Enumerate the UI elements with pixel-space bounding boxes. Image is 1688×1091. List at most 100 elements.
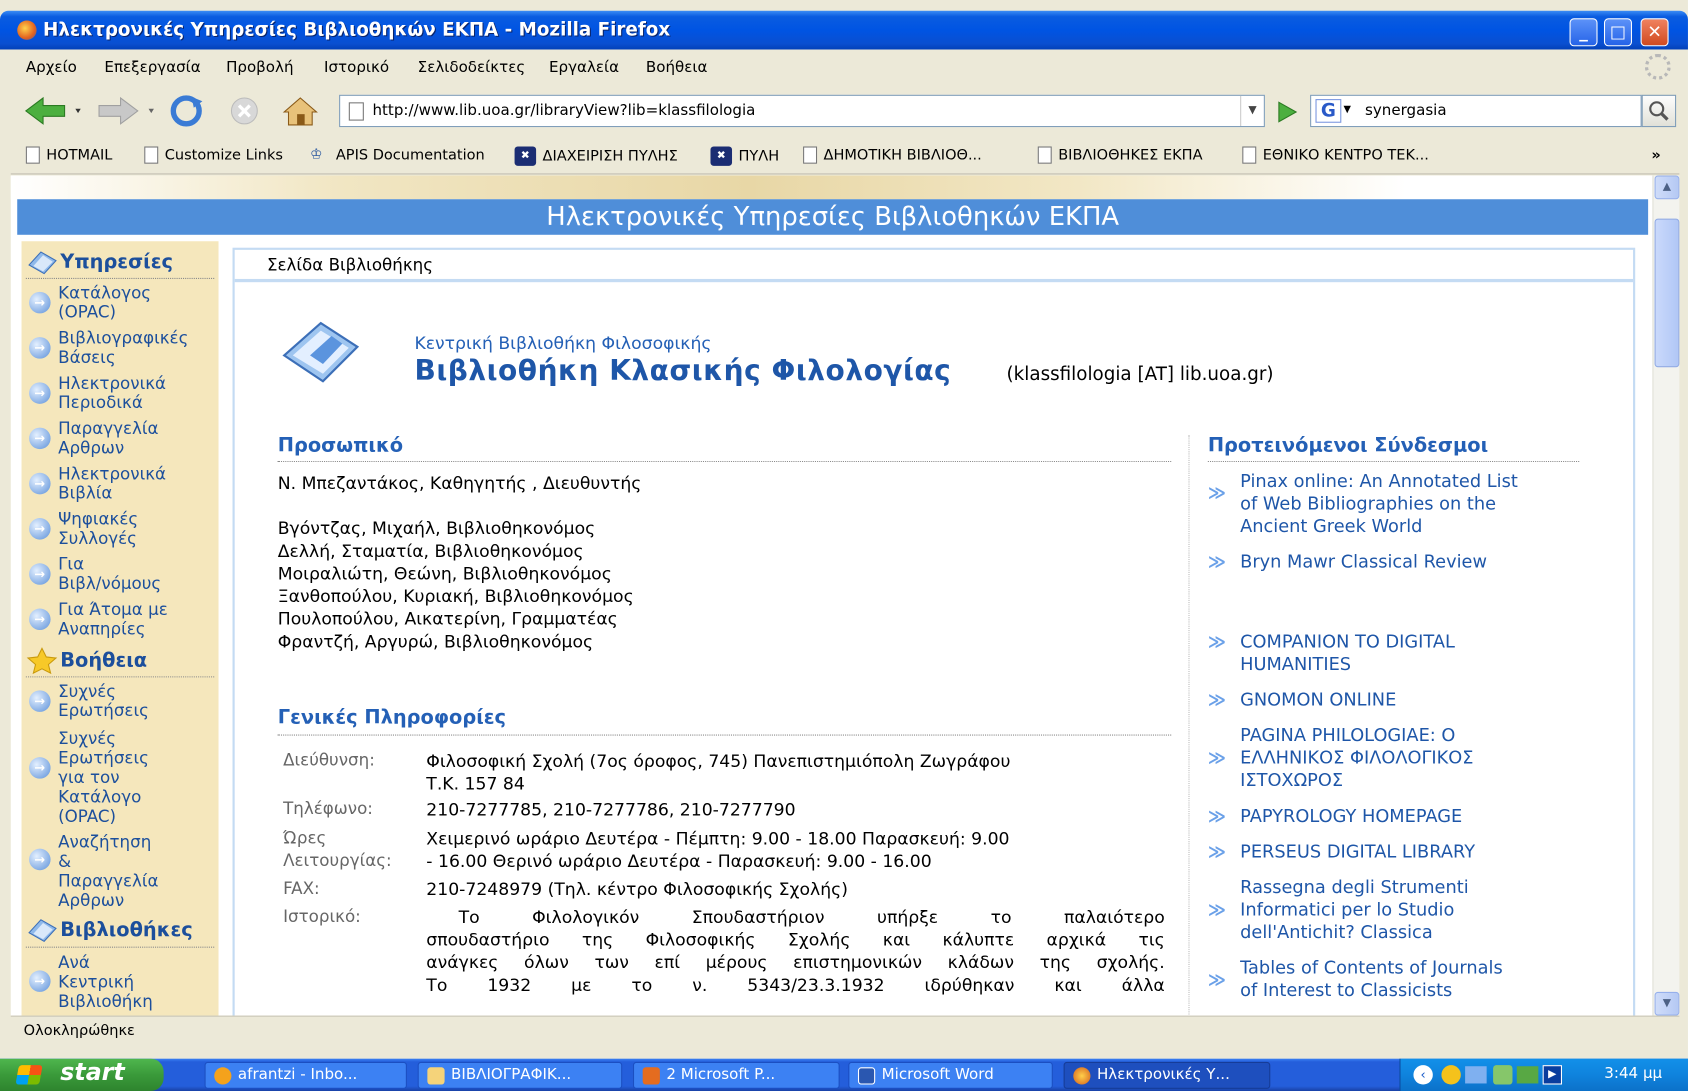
search-bar[interactable]: G ▼ [1310, 94, 1642, 128]
link-papyrology[interactable]: ≫ PAPYROLOGY HOMEPAGE [1208, 805, 1595, 828]
libraries-heading: Βιβλιοθήκες [26, 915, 193, 943]
maximize-button[interactable]: □ [1603, 18, 1632, 47]
tray-app-icon[interactable] [1441, 1065, 1461, 1085]
arrow-icon: → [29, 472, 51, 495]
bookmark-hotmail[interactable]: HOTMAIL [25, 146, 113, 164]
network-icon[interactable] [1465, 1066, 1487, 1084]
services-heading: Υπηρεσίες [26, 248, 173, 276]
link-pagina-philologiae[interactable]: ≫ PAGINA PHILOLOGIAE: O ΕΛΛΗΝΙΚΟΣ ΦΙΛΟΛΟΓΙ… [1208, 724, 1595, 792]
staff-member: Μοιραλιώτη, Θεώνη, Βιβλιοθηκονόμος [277, 563, 612, 584]
minimize-button[interactable]: _ [1569, 18, 1598, 47]
taskbar-item-firefox[interactable]: Ηλεκτρονικές Υ... [1063, 1061, 1271, 1089]
link-perseus[interactable]: ≫ PERSEUS DIGITAL LIBRARY [1208, 840, 1595, 863]
status-text: Ολοκληρώθηκε [23, 1022, 135, 1040]
fax-label: FAX: [283, 878, 320, 899]
divider [277, 734, 1172, 736]
taskbar-item-word[interactable]: Microsoft Word [848, 1061, 1053, 1089]
link-companion-digital-humanities[interactable]: ≫ COMPANION TO DIGITAL HUMANITIES [1208, 630, 1595, 675]
portal-icon: ✖ [710, 146, 733, 166]
staff-member: Φραντζή, Αργυρώ, Βιβλιοθηκονόμος [277, 631, 594, 652]
arrow-icon: → [29, 518, 51, 540]
menu-history[interactable]: Ιστορικό [324, 59, 389, 76]
forward-button[interactable] [95, 93, 160, 130]
library-name: Βιβλιοθήκη Κλασικής Φιλολογίας [414, 355, 952, 388]
magnifier-icon [1649, 101, 1669, 121]
phone-label: Τηλέφωνο: [283, 799, 373, 819]
taskbar-item-folder[interactable]: ΒΙΒΛΙΟΓΡΑΦΙΚ... [417, 1061, 623, 1089]
link-rassegna[interactable]: ≫ Rassegna degli Strumenti Informatici per… [1208, 876, 1595, 944]
link-tables-of-contents[interactable]: ≫ Tables of Contents of Journals of Intere… [1208, 956, 1595, 1001]
go-button[interactable] [1270, 97, 1302, 127]
reload-button[interactable] [168, 93, 205, 130]
word-icon [857, 1067, 876, 1085]
url-dropdown-icon[interactable]: ▼ [1240, 95, 1264, 127]
divider [1207, 460, 1580, 463]
page-viewport: Ηλεκτρονικές Υπηρεσίες Βιβλιοθηκών ΕΚΠΑ … [10, 175, 1653, 1016]
monitor-icon[interactable] [1516, 1066, 1539, 1084]
parent-library[interactable]: Κεντρική Βιβλιοθήκη Φιλοσοφικής [414, 333, 711, 353]
search-input[interactable] [1365, 100, 1635, 122]
site-banner: Ηλεκτρονικές Υπηρεσίες Βιβλιοθηκών ΕΚΠΑ [17, 199, 1649, 235]
firefox-icon [17, 20, 37, 40]
stop-button[interactable] [226, 93, 263, 130]
back-button[interactable] [22, 93, 87, 130]
url-input[interactable] [372, 100, 1213, 122]
menu-view[interactable]: Προβολή [226, 59, 293, 76]
arrow-icon: → [29, 337, 51, 359]
close-button[interactable]: ✕ [1640, 18, 1669, 47]
taskbar-item-mail[interactable]: afrantzi - Inbo... [204, 1061, 407, 1089]
chevron-right-icon: ≫ [1207, 482, 1226, 503]
page-icon [25, 146, 40, 164]
scroll-thumb[interactable] [1654, 218, 1680, 368]
link-pinax[interactable]: ≫ Pinax online: An Annotated List of Web B… [1208, 470, 1595, 538]
taskbar-item-powerpoint[interactable]: 2 Microsoft P... [632, 1061, 840, 1089]
arrow-icon: → [29, 291, 51, 314]
home-icon [282, 97, 318, 126]
history-label: Ιστορικό: [283, 906, 361, 927]
search-button[interactable] [1641, 94, 1677, 128]
stop-icon [230, 97, 258, 125]
menu-help[interactable]: Βοήθεια [646, 59, 708, 76]
system-tray: ‹ ▶ 3:44 μμ [1399, 1058, 1688, 1091]
clock[interactable]: 3:44 μμ [1604, 1065, 1662, 1082]
bookmark-apis-documentation[interactable]: ♔ APIS Documentation [310, 146, 485, 163]
engine-dropdown-icon[interactable]: ▼ [1343, 104, 1350, 115]
menu-file[interactable]: Αρχείο [26, 59, 77, 76]
arrow-icon: → [29, 848, 51, 871]
link-gnomon[interactable]: ≫ GNOMON ONLINE [1208, 688, 1595, 711]
windows-taskbar: start afrantzi - Inbo... ΒΙΒΛΙΟΓΡΑΦΙΚ...… [0, 1058, 1688, 1091]
chevron-right-icon: ≫ [1207, 631, 1226, 652]
arrow-icon: → [29, 382, 51, 404]
scroll-down-button[interactable]: ▼ [1654, 991, 1680, 1016]
window-titlebar[interactable]: Ηλεκτρονικές Υπηρεσίες Βιβλιοθηκών ΕΚΠΑ … [0, 10, 1688, 50]
library-icon [282, 321, 360, 383]
bookmark-municipal-library[interactable]: ΔΗΜΟΤΙΚΗ ΒΙΒΛΙΟΘ... [803, 146, 982, 164]
start-button[interactable]: start [0, 1058, 164, 1091]
menu-tools[interactable]: Εργαλεία [549, 59, 619, 76]
header-image [10, 175, 1653, 200]
tray-expand-icon[interactable]: ‹ [1413, 1065, 1433, 1085]
vertical-scrollbar[interactable]: ▲ ▼ [1652, 175, 1680, 1016]
google-engine-icon[interactable]: G [1315, 99, 1342, 123]
media-player-icon[interactable]: ▶ [1542, 1065, 1563, 1085]
page-icon [1037, 146, 1052, 164]
window-title: Ηλεκτρονικές Υπηρεσίες Βιβλιοθηκών ΕΚΠΑ … [43, 19, 671, 41]
suggested-links-heading: Προτεινόμενοι Σύνδεσμοι [1207, 434, 1489, 457]
bookmark-portal[interactable]: ✖ ΠΥΛΗ [710, 146, 779, 166]
url-bar[interactable]: ▼ [339, 94, 1265, 128]
hours-label: Ώρες Λειτουργίας: [283, 828, 392, 871]
menu-edit[interactable]: Επεξεργασία [104, 59, 200, 76]
left-sidebar: Υπηρεσίες → Κατάλογος (OPAC) → Βιβλιογραφικ… [21, 241, 219, 1016]
bookmarks-overflow-button[interactable]: » [1651, 146, 1660, 163]
users-icon[interactable] [1493, 1065, 1513, 1085]
bookmark-ekpa-libraries[interactable]: ΒΙΒΛΙΟΘΗΚΕΣ ΕΚΠΑ [1037, 146, 1203, 164]
link-bryn-mawr[interactable]: ≫ Bryn Mawr Classical Review [1208, 550, 1595, 573]
bookmark-national-center[interactable]: ΕΘΝΙΚΟ ΚΕΝΤΡΟ ΤΕΚ... [1242, 146, 1429, 164]
arrow-icon: → [29, 427, 51, 450]
scroll-up-button[interactable]: ▲ [1654, 175, 1680, 200]
home-button[interactable] [282, 93, 319, 130]
libraries-icon [28, 919, 57, 942]
bookmark-portal-admin[interactable]: ✖ ΔΙΑΧΕΙΡΙΣΗ ΠΥΛΗΣ [514, 146, 678, 166]
bookmark-customize-links[interactable]: Customize Links [144, 146, 283, 164]
menu-bookmarks[interactable]: Σελιδοδείκτες [418, 59, 526, 76]
